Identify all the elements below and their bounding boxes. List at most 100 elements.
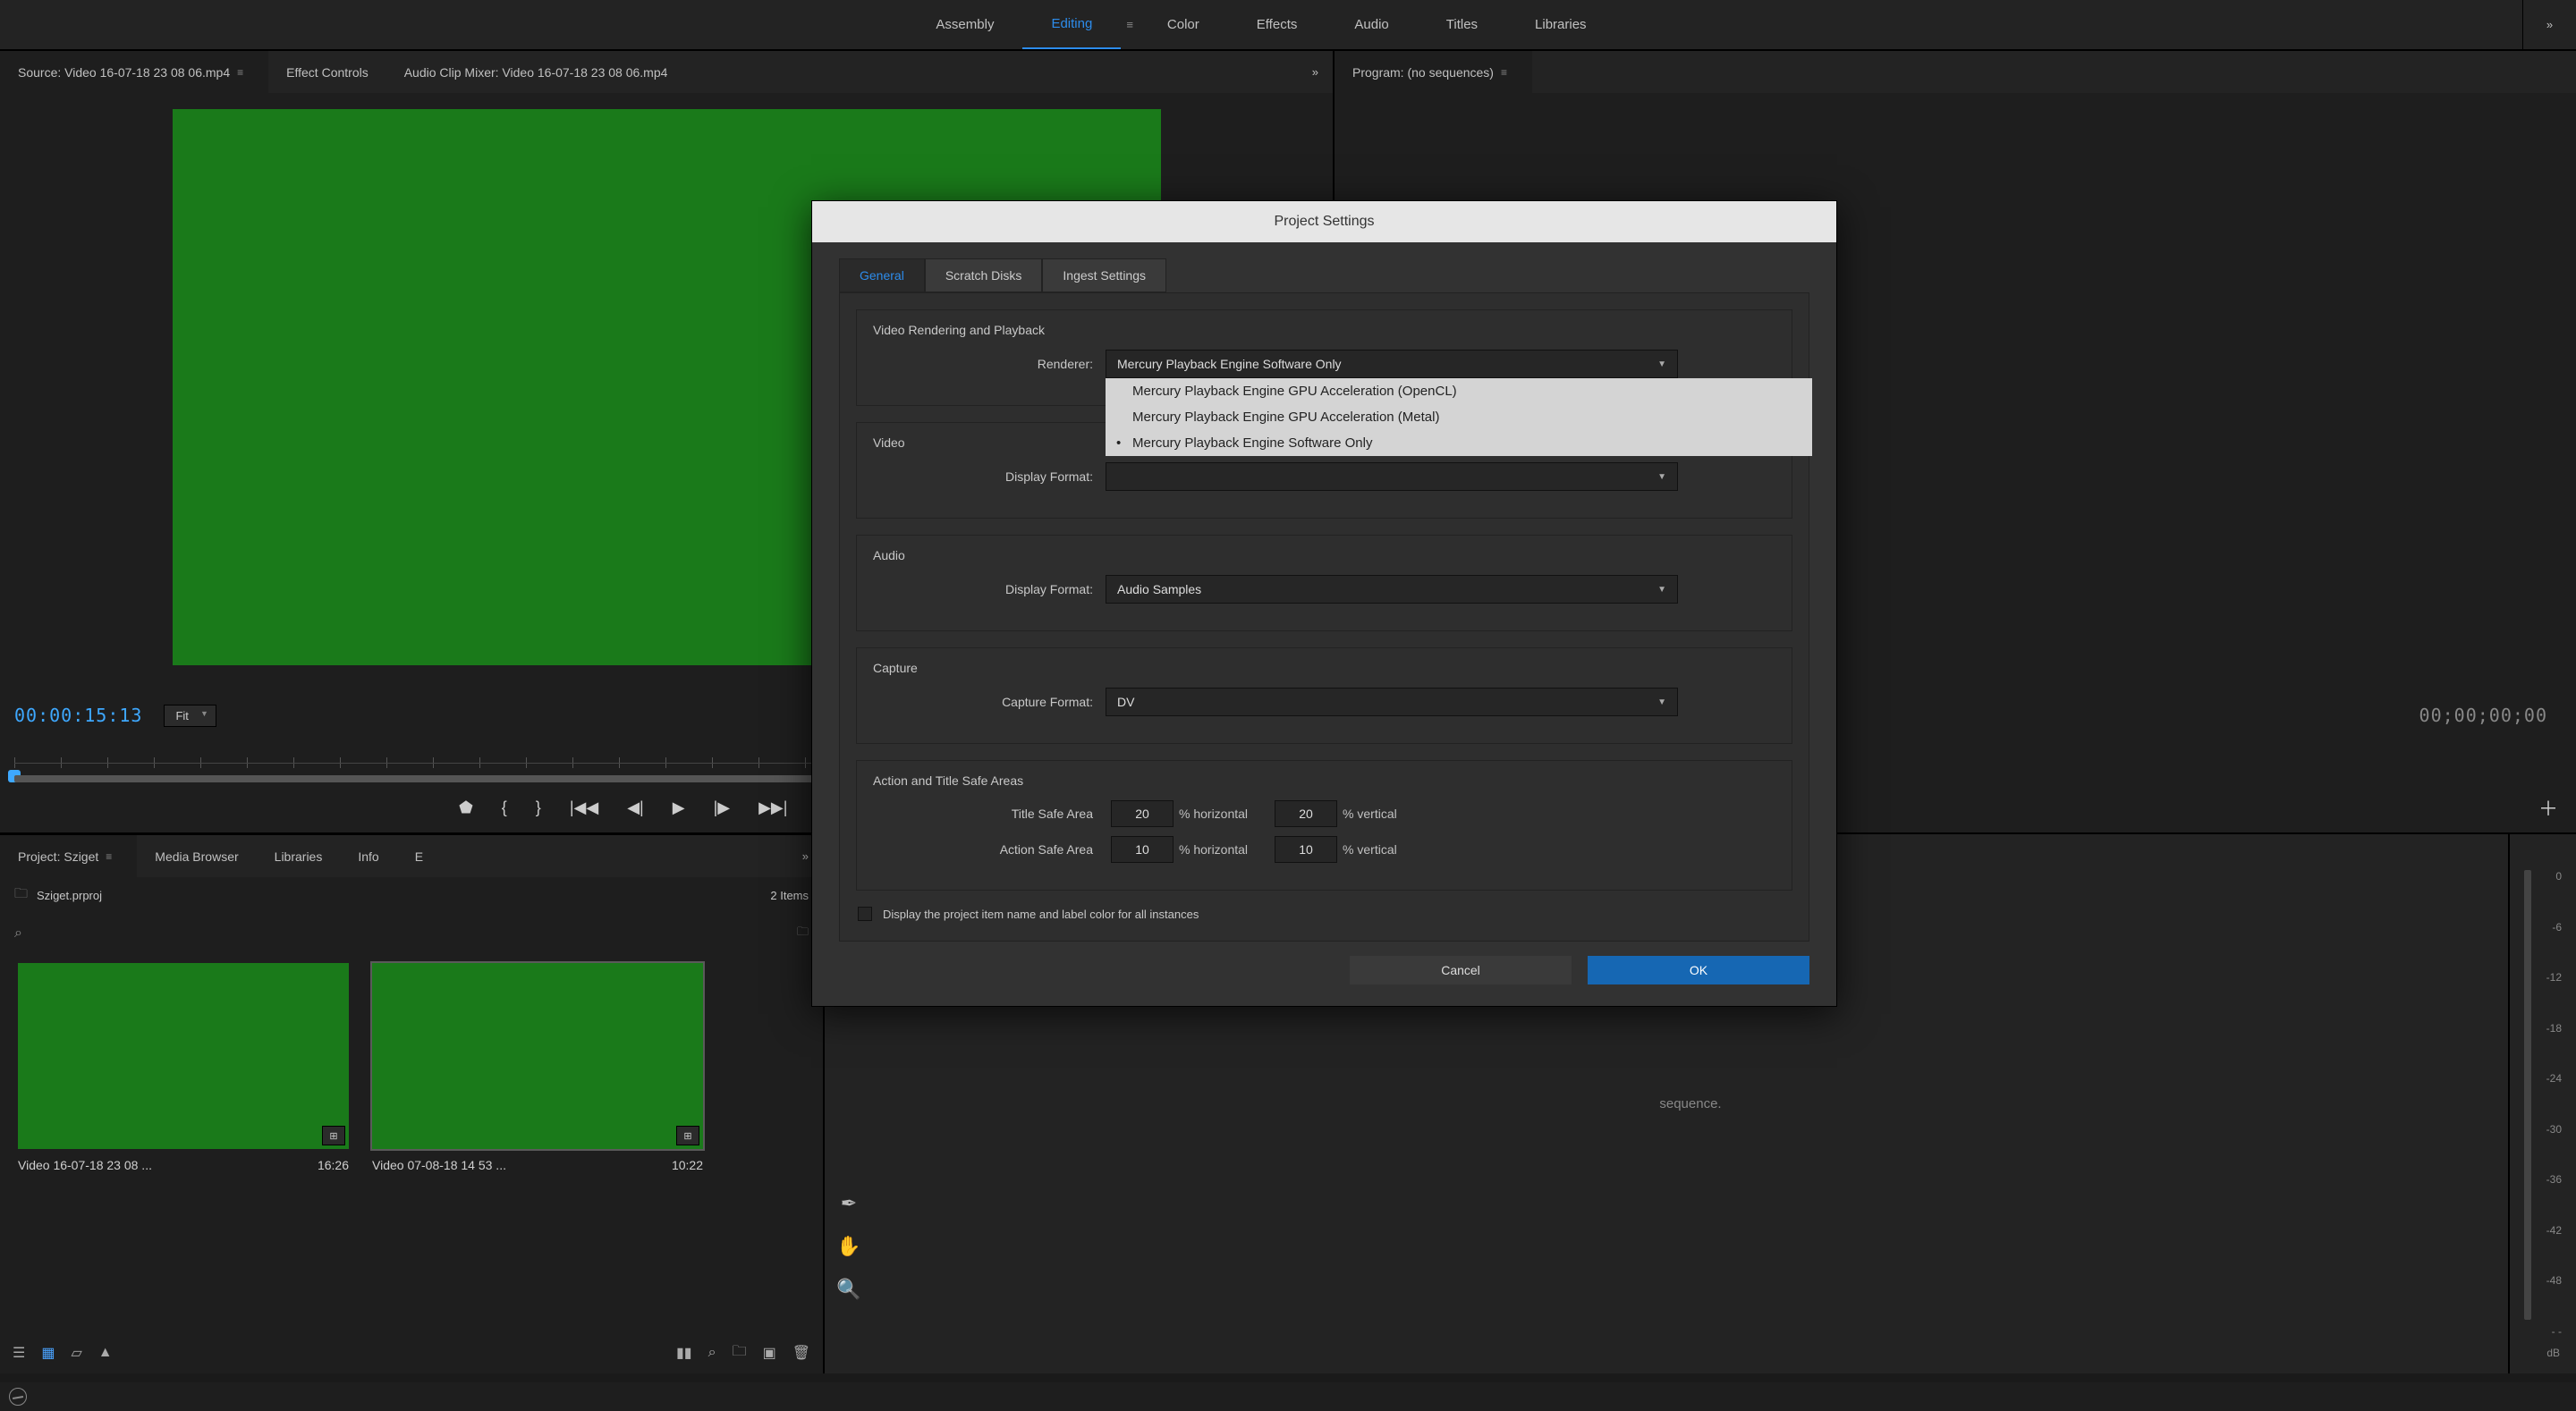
tab-program[interactable]: Program: (no sequences) ≡: [1335, 51, 1532, 93]
tab-libraries[interactable]: Libraries: [257, 835, 341, 877]
project-clip[interactable]: ⊞ Video 16-07-18 23 08 ... 16:26: [18, 963, 349, 1172]
step-forward-icon[interactable]: |▶: [714, 798, 731, 817]
workspace-titles[interactable]: Titles: [1418, 0, 1506, 49]
tab-media-browser[interactable]: Media Browser: [137, 835, 256, 877]
pen-tool-icon[interactable]: ✒: [841, 1192, 857, 1215]
tab-effect-controls[interactable]: Effect Controls: [268, 51, 386, 93]
capture-format-dropdown[interactable]: DV: [1106, 688, 1678, 716]
workspace-overflow-button[interactable]: »: [2522, 0, 2576, 49]
panel-menu-icon[interactable]: ≡: [98, 850, 119, 863]
cancel-button[interactable]: Cancel: [1350, 956, 1572, 984]
new-item-icon[interactable]: ▣: [763, 1344, 776, 1362]
automate-icon[interactable]: ▮▮: [676, 1344, 692, 1362]
title-safe-vertical-input[interactable]: [1275, 800, 1337, 827]
project-clip[interactable]: ⊞ Video 07-08-18 14 53 ... 10:22: [372, 963, 703, 1172]
tab-audio-clip-mixer[interactable]: Audio Clip Mixer: Video 16-07-18 23 08 0…: [386, 51, 686, 93]
hand-tool-icon[interactable]: ✋: [836, 1235, 860, 1258]
audio-meter-track: [2524, 870, 2531, 1320]
zoom-tool-icon[interactable]: 🔍: [836, 1278, 860, 1301]
checkbox-icon[interactable]: [858, 907, 872, 921]
workspace-menu-icon[interactable]: ≡: [1121, 18, 1139, 31]
meter-unit-label: dB: [2546, 1347, 2560, 1359]
dialog-title: Project Settings: [812, 201, 1836, 242]
workspace-effects[interactable]: Effects: [1228, 0, 1326, 49]
filter-bin-icon[interactable]: 🗀: [797, 924, 809, 943]
program-timecode[interactable]: 00;00;00;00: [2419, 705, 2562, 726]
title-safe-horizontal-input[interactable]: [1111, 800, 1174, 827]
project-header: 🗀 Sziget.prproj 2 Items: [0, 877, 823, 913]
workspace-audio[interactable]: Audio: [1326, 0, 1417, 49]
tab-project-label: Project: Sziget: [18, 849, 98, 864]
bin-icon: 🗀: [14, 884, 28, 907]
workspace-editing[interactable]: Editing: [1022, 0, 1121, 49]
trash-icon[interactable]: 🗑: [792, 1344, 810, 1362]
freeform-view-icon[interactable]: ▱: [71, 1344, 81, 1362]
meter-tick: -24: [2535, 1072, 2562, 1085]
unit-label: % horizontal: [1179, 842, 1248, 857]
new-bin-icon[interactable]: 🗀: [733, 1341, 747, 1365]
go-to-in-icon[interactable]: |◀◀: [570, 798, 598, 817]
source-tabbar: Source: Video 16-07-18 23 08 06.mp4 ≡ Ef…: [0, 50, 1333, 93]
action-safe-vertical-input[interactable]: [1275, 836, 1337, 863]
workspace-libraries[interactable]: Libraries: [1506, 0, 1615, 49]
workspace-assembly[interactable]: Assembly: [907, 0, 1022, 49]
mark-out-icon[interactable]: }: [536, 798, 541, 817]
section-audio: Audio Display Format: Audio Samples: [856, 535, 1792, 631]
find-icon[interactable]: ⌕: [708, 1345, 716, 1361]
button-editor-icon[interactable]: ＋: [2538, 793, 2576, 822]
ok-button[interactable]: OK: [1588, 956, 1809, 984]
source-timecode[interactable]: 00:00:15:13: [14, 705, 142, 726]
tab-source-label: Source: Video 16-07-18 23 08 06.mp4: [18, 65, 230, 80]
panel-menu-icon[interactable]: ≡: [1494, 66, 1514, 79]
action-safe-horizontal-input[interactable]: [1111, 836, 1174, 863]
tab-info[interactable]: Info: [340, 835, 396, 877]
tabs-overflow-icon[interactable]: »: [1298, 65, 1333, 79]
dialog-tab-ingest-settings[interactable]: Ingest Settings: [1042, 258, 1166, 292]
renderer-option-software[interactable]: Mercury Playback Engine Software Only: [1106, 430, 1812, 456]
section-title: Video Rendering and Playback: [873, 323, 1775, 337]
video-display-format-dropdown[interactable]: [1106, 462, 1678, 491]
search-icon[interactable]: ⌕: [14, 925, 22, 942]
panel-menu-icon[interactable]: ≡: [230, 66, 250, 79]
tab-effects-trunc[interactable]: E: [397, 835, 441, 877]
project-settings-dialog: Project Settings General Scratch Disks I…: [811, 200, 1837, 1007]
timeline-hint: sequence.: [1659, 1096, 1721, 1111]
display-name-color-checkbox-row[interactable]: Display the project item name and label …: [858, 907, 1791, 921]
renderer-option-opencl[interactable]: Mercury Playback Engine GPU Acceleration…: [1106, 378, 1812, 404]
dialog-tabbar: General Scratch Disks Ingest Settings: [812, 242, 1836, 292]
audio-meter-panel: 0 -6 -12 -18 -24 -30 -36 -42 -48 - - dB: [2508, 832, 2576, 1373]
tab-source[interactable]: Source: Video 16-07-18 23 08 06.mp4 ≡: [0, 51, 268, 93]
project-filename: Sziget.prproj: [37, 889, 102, 902]
list-view-icon[interactable]: ☰: [13, 1344, 25, 1362]
clip-name: Video 07-08-18 14 53 ...: [372, 1158, 506, 1172]
add-marker-icon[interactable]: ⬟: [459, 798, 473, 817]
unit-label: % vertical: [1343, 807, 1397, 821]
clip-name: Video 16-07-18 23 08 ...: [18, 1158, 152, 1172]
audio-display-format-dropdown[interactable]: Audio Samples: [1106, 575, 1678, 604]
video-audio-badge-icon: ⊞: [676, 1126, 699, 1145]
renderer-dropdown[interactable]: Mercury Playback Engine Software Only: [1106, 350, 1678, 378]
renderer-option-metal[interactable]: Mercury Playback Engine GPU Acceleration…: [1106, 404, 1812, 430]
tab-project[interactable]: Project: Sziget ≡: [0, 835, 137, 877]
app-footer: [0, 1382, 2576, 1411]
step-back-icon[interactable]: ◀|: [627, 798, 644, 817]
go-to-out-icon[interactable]: ▶▶|: [758, 798, 787, 817]
action-safe-label: Action Safe Area: [873, 842, 1106, 857]
sort-icon[interactable]: ▲: [98, 1345, 113, 1361]
icon-view-icon[interactable]: ▦: [41, 1344, 55, 1362]
dialog-tab-general[interactable]: General: [839, 258, 925, 292]
clip-thumbnail: ⊞: [18, 963, 349, 1149]
dialog-tab-scratch-disks[interactable]: Scratch Disks: [925, 258, 1043, 292]
section-title: Action and Title Safe Areas: [873, 773, 1775, 788]
meter-tick: 0: [2535, 870, 2562, 883]
mark-in-icon[interactable]: {: [502, 798, 507, 817]
workspace-color[interactable]: Color: [1139, 0, 1228, 49]
play-icon[interactable]: ▶: [673, 798, 685, 817]
workspace-bar: Assembly Editing ≡ Color Effects Audio T…: [0, 0, 2576, 50]
video-display-format-label: Display Format:: [873, 469, 1106, 484]
project-panel: Project: Sziget ≡ Media Browser Librarie…: [0, 832, 823, 1373]
clip-duration: 10:22: [672, 1158, 703, 1172]
creative-cloud-icon[interactable]: [9, 1388, 27, 1406]
renderer-dropdown-list[interactable]: Mercury Playback Engine GPU Acceleration…: [1106, 378, 1812, 456]
zoom-fit-dropdown[interactable]: Fit: [164, 705, 216, 727]
